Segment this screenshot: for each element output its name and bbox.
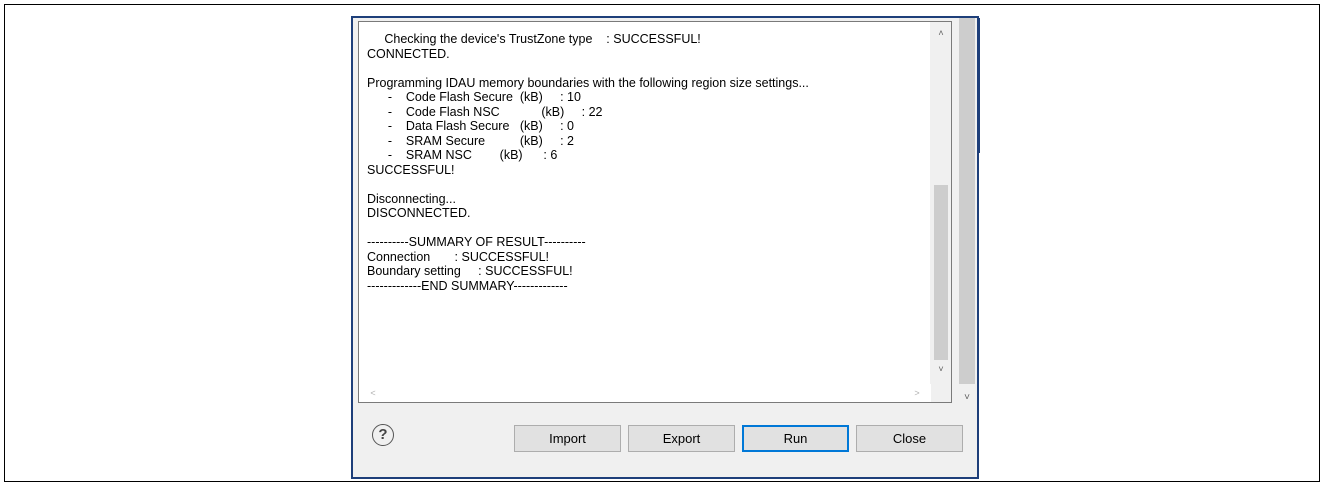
log-line: - Code Flash Secure (kB) : 10 [367,90,581,104]
log-line: - Code Flash NSC (kB) : 22 [367,104,603,119]
close-button[interactable]: Close [856,425,963,452]
scroll-left-icon[interactable]: ˂ [363,384,383,402]
export-button[interactable]: Export [628,425,735,452]
log-line: DISCONNECTED. [367,206,471,220]
scroll-down-icon[interactable]: ˅ [931,360,951,378]
scrollbar-corner [931,384,951,402]
help-icon[interactable]: ? [372,424,394,446]
output-log[interactable]: Checking the device's TrustZone type : S… [358,21,952,403]
log-horizontal-scrollbar[interactable]: ˂ ˃ [359,384,931,402]
log-line: -------------END SUMMARY------------- [367,278,568,293]
log-line: Connection : SUCCESSFUL! [367,249,550,264]
log-vertical-scrollbar[interactable]: ˄ ˅ [930,22,951,384]
log-line: SUCCESSFUL! [367,162,455,177]
log-line: Disconnecting... [367,191,456,206]
log-line: CONNECTED. [367,46,450,61]
log-scrollbar-thumb[interactable] [934,185,948,360]
import-button[interactable]: Import [514,425,621,452]
scroll-up-icon[interactable]: ˄ [931,24,951,42]
log-line: - Data Flash Secure (kB) : 0 [367,119,575,133]
log-text: Checking the device's TrustZone type : S… [367,32,927,293]
log-line: - SRAM NSC (kB) : 6 [367,148,558,162]
run-button[interactable]: Run [742,425,849,452]
dialog-scrollbar-thumb[interactable] [959,18,975,384]
log-line: ----------SUMMARY OF RESULT---------- [367,235,586,249]
log-line: Boundary setting : SUCCESSFUL! [367,264,573,278]
log-line: Checking the device's TrustZone type : S… [367,32,701,46]
log-line: Programming IDAU memory boundaries with … [367,75,809,90]
window-edge [978,18,980,153]
scroll-right-icon[interactable]: ˃ [907,384,927,402]
scroll-down-icon[interactable]: ˅ [957,388,977,408]
dialog-scrollbar[interactable]: ˅ [957,18,977,408]
log-line: - SRAM Secure (kB) : 2 [367,133,574,148]
